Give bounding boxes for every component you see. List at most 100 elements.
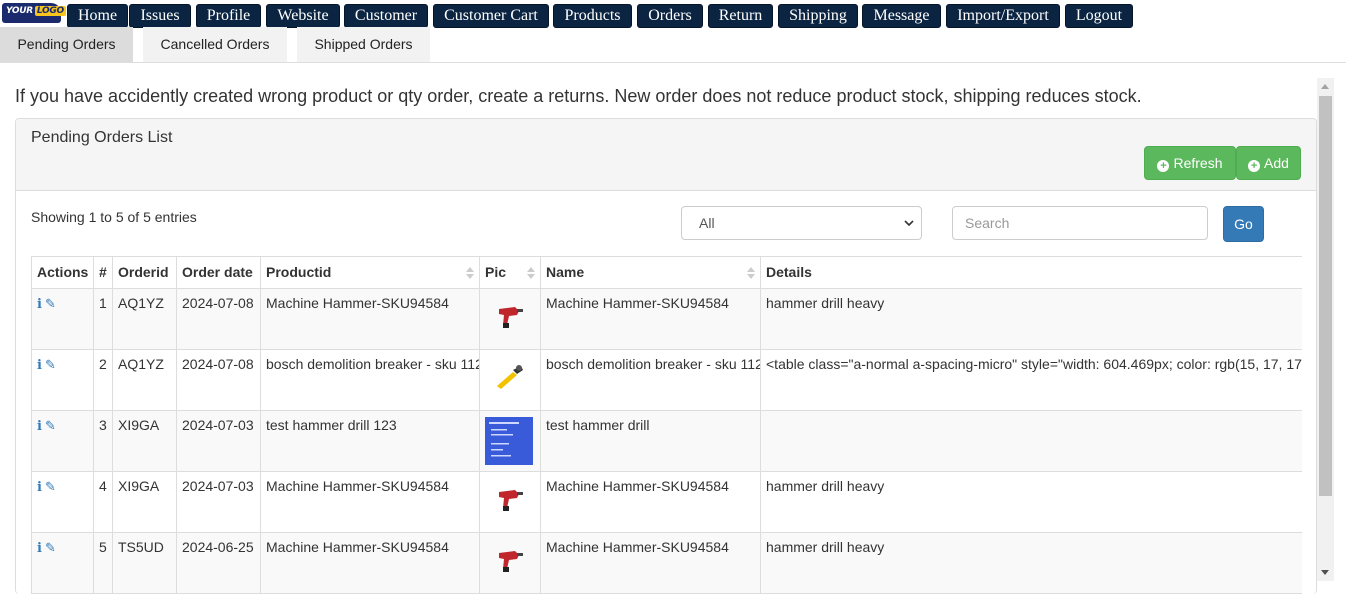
productid-cell: Machine Hammer-SKU94584 — [260, 532, 480, 594]
nav-return[interactable]: Return — [708, 4, 773, 28]
product-thumbnail[interactable] — [485, 416, 535, 468]
panel-title: Pending Orders List — [31, 129, 173, 146]
nav-customer[interactable]: Customer — [344, 4, 428, 28]
info-icon[interactable]: i — [37, 297, 42, 312]
edit-icon[interactable]: ✎ — [45, 296, 56, 311]
row-number: 2 — [93, 349, 113, 411]
page-scrollbar[interactable] — [1317, 78, 1334, 581]
order-date-cell: 2024-07-03 — [176, 471, 261, 533]
row-number: 5 — [93, 532, 113, 594]
nav-website[interactable]: Website — [266, 4, 340, 28]
actions-cell: i ✎ — [31, 288, 94, 350]
order-date-cell: 2024-07-08 — [176, 349, 261, 411]
name-cell: bosch demolition breaker - sku 1128 — [540, 349, 761, 411]
pending-orders-panel: Pending Orders List + Refresh + Add Showin… — [15, 118, 1317, 594]
panel-heading: Pending Orders List + Refresh + Add — [16, 119, 1316, 191]
tab-shipped-orders[interactable]: Shipped Orders — [297, 27, 430, 62]
edit-icon[interactable]: ✎ — [45, 540, 56, 555]
nav-issues[interactable]: Issues — [129, 4, 191, 28]
pic-cell — [479, 410, 541, 472]
table-row: i ✎ 1 AQ1YZ 2024-07-08 Machine Hammer-SKU9458… — [31, 288, 1302, 350]
nav-customer-cart[interactable]: Customer Cart — [433, 4, 549, 28]
pic-cell — [479, 471, 541, 533]
name-cell: test hammer drill — [540, 410, 761, 472]
col-name[interactable]: Name — [540, 257, 761, 289]
refresh-button[interactable]: + Refresh — [1144, 146, 1236, 180]
row-number: 3 — [93, 410, 113, 472]
plus-circle-icon: + — [1157, 160, 1170, 172]
refresh-label: Refresh — [1173, 155, 1223, 171]
productid-cell: test hammer drill 123 — [260, 410, 480, 472]
actions-cell: i ✎ — [31, 471, 94, 533]
orders-table: Actions # Orderid Order date Productid P… — [31, 256, 1302, 594]
scrollbar-thumb[interactable] — [1319, 96, 1332, 496]
tab-pending-orders[interactable]: Pending Orders — [0, 27, 133, 62]
search-input[interactable]: Search — [952, 206, 1208, 240]
nav-import-export[interactable]: Import/Export — [946, 4, 1060, 28]
orderid-cell: AQ1YZ — [112, 288, 177, 350]
col-pic[interactable]: Pic — [479, 257, 541, 289]
nav-orders[interactable]: Orders — [637, 4, 703, 28]
details-cell: hammer drill heavy — [760, 471, 1302, 533]
notice-text: If you have accidently created wrong pro… — [15, 86, 1142, 106]
details-cell: hammer drill heavy — [760, 532, 1302, 594]
order-date-cell: 2024-07-08 — [176, 288, 261, 350]
go-button[interactable]: Go — [1223, 206, 1264, 242]
nav-shipping[interactable]: Shipping — [778, 4, 858, 28]
orderid-cell: XI9GA — [112, 471, 177, 533]
nav-profile[interactable]: Profile — [196, 4, 261, 28]
nav-home[interactable]: Home — [67, 4, 128, 28]
add-button[interactable]: + Add — [1236, 146, 1301, 180]
filter-value: All — [699, 215, 715, 231]
chevron-down-icon — [904, 220, 914, 227]
nav-message[interactable]: Message — [862, 4, 941, 28]
orderid-cell: TS5UD — [112, 532, 177, 594]
pic-cell — [479, 349, 541, 411]
col-orderid[interactable]: Orderid — [112, 257, 177, 289]
logo[interactable]: YOUR LOGO — [2, 3, 66, 23]
product-thumbnail[interactable] — [493, 484, 535, 517]
orderid-cell: AQ1YZ — [112, 349, 177, 411]
tab-cancelled-orders[interactable]: Cancelled Orders — [143, 27, 287, 62]
row-number: 1 — [93, 288, 113, 350]
divider — [0, 62, 1346, 63]
actions-cell: i ✎ — [31, 349, 94, 411]
edit-icon[interactable]: ✎ — [45, 357, 56, 372]
info-icon[interactable]: i — [37, 480, 42, 495]
nav-products[interactable]: Products — [553, 4, 632, 28]
edit-icon[interactable]: ✎ — [45, 479, 56, 494]
details-cell — [760, 410, 1302, 472]
product-thumbnail[interactable] — [493, 362, 535, 395]
filter-select[interactable]: All — [681, 206, 922, 240]
info-icon[interactable]: i — [37, 419, 42, 434]
product-thumbnail[interactable] — [493, 301, 535, 334]
info-icon[interactable]: i — [37, 358, 42, 373]
nav-logout[interactable]: Logout — [1065, 4, 1133, 28]
product-thumbnail[interactable] — [493, 545, 535, 578]
col-productid[interactable]: Productid — [260, 257, 480, 289]
order-date-cell: 2024-07-03 — [176, 410, 261, 472]
table-row: i ✎ 3 XI9GA 2024-07-03 test hammer drill 123 t… — [31, 410, 1302, 472]
col-order-date[interactable]: Order date — [176, 257, 261, 289]
col-actions: Actions — [31, 257, 94, 289]
showing-entries: Showing 1 to 5 of 5 entries — [31, 209, 197, 225]
plus-circle-icon: + — [1248, 160, 1261, 172]
name-cell: Machine Hammer-SKU94584 — [540, 532, 761, 594]
scroll-up-icon[interactable] — [1321, 84, 1329, 89]
productid-cell: Machine Hammer-SKU94584 — [260, 288, 480, 350]
pic-cell — [479, 532, 541, 594]
col-details: Details — [760, 257, 1302, 289]
table-row: i ✎ 2 AQ1YZ 2024-07-08 bosch demolition break… — [31, 349, 1302, 411]
info-icon[interactable]: i — [37, 541, 42, 556]
scroll-down-icon[interactable] — [1321, 570, 1329, 575]
logo-text: YOUR — [6, 6, 33, 16]
table-row: i ✎ 5 TS5UD 2024-06-25 Machine Hammer-SKU9458… — [31, 532, 1302, 594]
col-number: # — [93, 257, 113, 289]
name-cell: Machine Hammer-SKU94584 — [540, 471, 761, 533]
details-cell: hammer drill heavy — [760, 288, 1302, 350]
name-cell: Machine Hammer-SKU94584 — [540, 288, 761, 350]
edit-icon[interactable]: ✎ — [45, 418, 56, 433]
logo-text-accent: LOGO — [34, 6, 66, 16]
order-date-cell: 2024-06-25 — [176, 532, 261, 594]
productid-cell: bosch demolition breaker - sku 1128 — [260, 349, 480, 411]
